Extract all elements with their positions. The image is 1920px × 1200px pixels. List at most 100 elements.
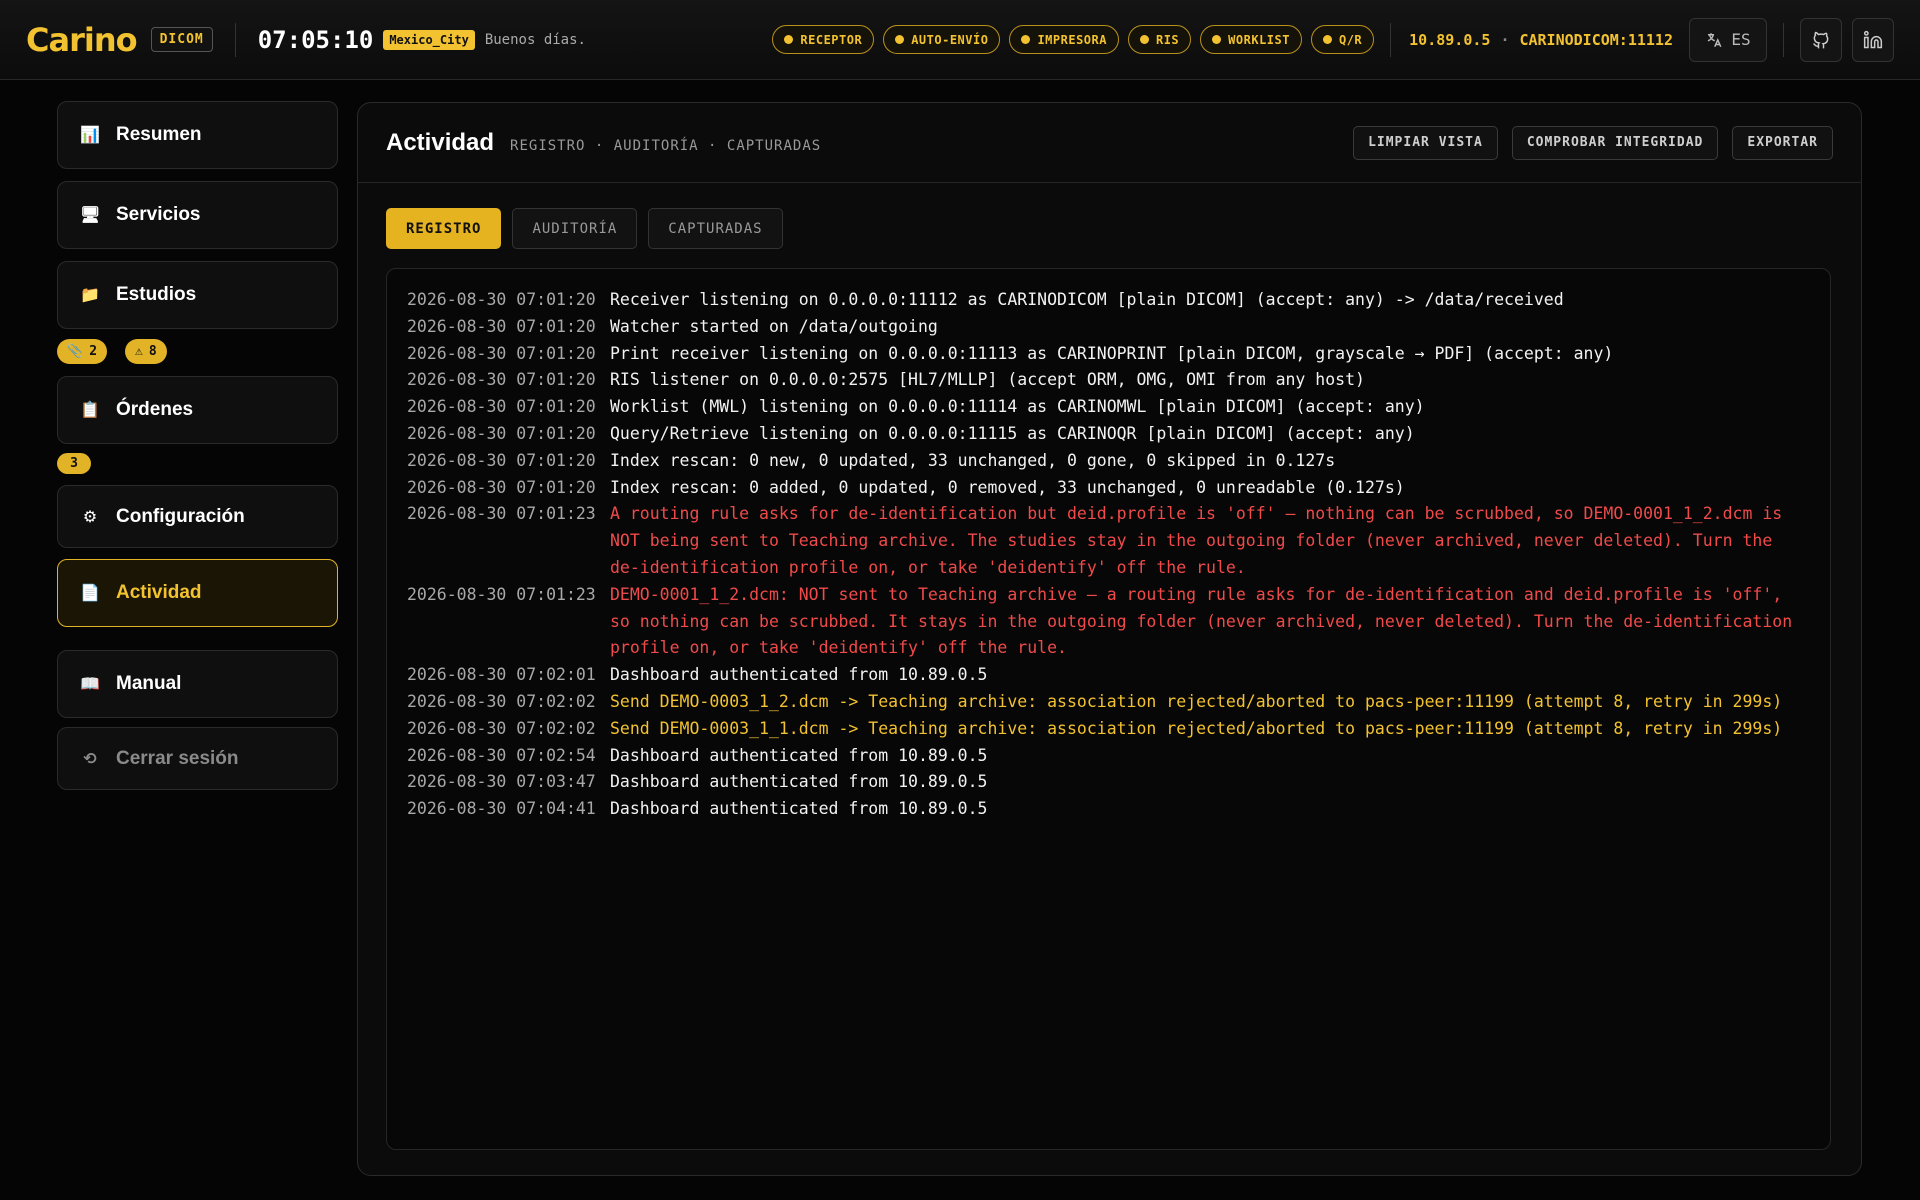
tab-auditoria[interactable]: AUDITORÍA [512, 208, 638, 249]
bar-chart-icon: 📊 [80, 127, 100, 144]
log-timestamp: 2026-08-30 07:01:20 [407, 450, 596, 470]
log-line: 2026-08-30 07:03:47 Dashboard authenticat… [407, 769, 1810, 796]
service-status-list: RECEPTOR AUTO-ENVÍO IMPRESORA RIS WORKLI… [772, 25, 1375, 54]
clear-view-button[interactable]: LIMPIAR VISTA [1353, 125, 1498, 160]
timezone-badge: Mexico_City [383, 29, 475, 50]
paperclip-icon: 📎 [67, 344, 84, 359]
host-separator: · [1500, 30, 1510, 49]
service-label: RIS [1155, 32, 1180, 47]
export-button[interactable]: EXPORTAR [1732, 125, 1833, 160]
app-logo[interactable]: Carino [26, 21, 138, 59]
tab-capturadas[interactable]: CAPTURADAS [648, 208, 783, 249]
log-message: Index rescan: 0 new, 0 updated, 33 uncha… [610, 450, 1336, 470]
host-ip: 10.89.0.5 [1409, 30, 1491, 49]
top-bar: Carino DICOM 07:05:10 Mexico_City Buenos… [0, 0, 1920, 80]
linkedin-button[interactable] [1852, 17, 1894, 62]
log-timestamp: 2026-08-30 07:01:20 [407, 423, 596, 443]
github-button[interactable] [1800, 17, 1842, 62]
status-dot-icon [1139, 35, 1149, 44]
activity-panel: Actividad REGISTRO · AUDITORÍA · CAPTURA… [357, 102, 1862, 1176]
log-line: 2026-08-30 07:01:20 Query/Retrieve listen… [407, 421, 1810, 448]
log-message: Dashboard authenticated from 10.89.0.5 [610, 799, 988, 819]
sidebar-item-label: Órdenes [116, 399, 194, 420]
book-icon: 📖 [80, 676, 100, 693]
log-message: Dashboard authenticated from 10.89.0.5 [610, 772, 988, 792]
log-timestamp: 2026-08-30 07:01:20 [407, 397, 596, 417]
panel-header: Actividad REGISTRO · AUDITORÍA · CAPTURA… [358, 103, 1861, 183]
service-pill-qr[interactable]: Q/R [1310, 25, 1375, 54]
translate-icon [1708, 32, 1722, 47]
sidebar-item-logout[interactable]: ⟲ Cerrar sesión [57, 727, 338, 790]
service-pill-impresora[interactable]: IMPRESORA [1009, 25, 1119, 54]
sidebar-item-resumen[interactable]: 📊 Resumen [57, 101, 338, 169]
log-timestamp: 2026-08-30 07:02:02 [407, 718, 596, 738]
log-message: Dashboard authenticated from 10.89.0.5 [610, 665, 988, 685]
greeting: Buenos días. [484, 31, 586, 48]
sidebar-item-label: Resumen [116, 124, 202, 145]
log-line: 2026-08-30 07:02:01 Dashboard authenticat… [407, 662, 1810, 689]
sidebar-item-actividad[interactable]: 📄 Actividad [57, 559, 338, 627]
service-label: WORKLIST [1228, 32, 1290, 47]
divider [1390, 22, 1392, 57]
log-line: 2026-08-30 07:01:20 Index rescan: 0 added… [407, 475, 1810, 502]
log-message: Send DEMO-0003_1_1.dcm -> Teaching archi… [610, 718, 1783, 738]
log-line: 2026-08-30 07:01:20 Index rescan: 0 new, … [407, 448, 1810, 475]
log-line: 2026-08-30 07:01:20 Watcher started on /d… [407, 314, 1810, 341]
monitor-icon: 🖥 [80, 207, 101, 224]
sidebar-item-label: Servicios [116, 204, 201, 225]
product-badge: DICOM [150, 27, 213, 52]
log-timestamp: 2026-08-30 07:04:41 [407, 799, 596, 819]
warnings-badge[interactable]: ⚠ 8 [125, 339, 167, 364]
badge-count: 3 [70, 456, 78, 471]
log-line: 2026-08-30 07:01:20 Print receiver listen… [407, 341, 1810, 368]
log-timestamp: 2026-08-30 07:02:01 [407, 665, 596, 685]
service-label: RECEPTOR [800, 32, 863, 47]
host-ae-title: CARINODICOM:11112 [1519, 30, 1673, 49]
document-icon: 📄 [80, 585, 100, 602]
log-viewer[interactable]: 2026-08-30 07:01:20 Receiver listening on… [386, 268, 1831, 1150]
activity-tabs: REGISTRO AUDITORÍA CAPTURADAS [386, 208, 783, 249]
log-message: Watcher started on /data/outgoing [610, 316, 938, 336]
log-timestamp: 2026-08-30 07:02:54 [407, 745, 596, 765]
host-info: 10.89.0.5 · CARINODICOM:11112 [1409, 31, 1673, 49]
check-integrity-button[interactable]: COMPROBAR INTEGRIDAD [1511, 125, 1719, 160]
log-line: 2026-08-30 07:01:20 RIS listener on 0.0.0… [407, 367, 1810, 394]
service-pill-worklist[interactable]: WORKLIST [1200, 25, 1302, 54]
service-label: IMPRESORA [1037, 32, 1107, 47]
sidebar-item-estudios[interactable]: 📁 Estudios [57, 261, 338, 329]
github-icon [1813, 31, 1829, 48]
log-timestamp: 2026-08-30 07:01:20 [407, 370, 596, 390]
sidebar-item-servicios[interactable]: 🖥 Servicios [57, 181, 338, 249]
clock: 07:05:10 [257, 25, 374, 54]
log-line: 2026-08-30 07:01:23 DEMO-0001_1_2.dcm: NO… [407, 582, 1810, 662]
log-line: 2026-08-30 07:04:41 Dashboard authenticat… [407, 796, 1810, 823]
service-label: Q/R [1338, 32, 1363, 47]
service-label: AUTO-ENVÍO [911, 32, 989, 47]
sidebar-item-configuracion[interactable]: ⚙ Configuración [57, 485, 338, 548]
divider [1783, 22, 1784, 57]
badge-count: 8 [148, 344, 157, 359]
orders-badge[interactable]: 3 [57, 453, 91, 474]
log-message: Receiver listening on 0.0.0.0:11112 as C… [610, 290, 1564, 309]
log-timestamp: 2026-08-30 07:01:20 [407, 343, 596, 363]
attachments-badge[interactable]: 📎 2 [57, 339, 108, 364]
badge-count: 2 [89, 344, 98, 359]
log-line: 2026-08-30 07:02:54 Dashboard authenticat… [407, 743, 1810, 770]
sidebar-item-ordenes[interactable]: 📋 Órdenes [57, 376, 338, 444]
linkedin-icon [1863, 30, 1883, 48]
service-pill-auto-envio[interactable]: AUTO-ENVÍO [883, 25, 1001, 54]
panel-actions: LIMPIAR VISTA COMPROBAR INTEGRIDAD EXPOR… [1353, 125, 1833, 160]
service-pill-ris[interactable]: RIS [1127, 25, 1192, 54]
service-pill-receptor[interactable]: RECEPTOR [772, 25, 875, 54]
sidebar-item-manual[interactable]: 📖 Manual [57, 650, 338, 718]
status-dot-icon [1021, 35, 1031, 44]
log-line: 2026-08-30 07:01:23 A routing rule asks f… [407, 501, 1810, 581]
status-dot-icon [1322, 35, 1332, 44]
gear-icon: ⚙ [82, 508, 98, 526]
status-dot-icon [784, 35, 794, 44]
sidebar-item-label: Cerrar sesión [116, 747, 239, 769]
language-button[interactable]: ES [1689, 17, 1767, 62]
log-timestamp: 2026-08-30 07:01:23 [407, 504, 596, 524]
tab-registro[interactable]: REGISTRO [386, 208, 502, 249]
log-timestamp: 2026-08-30 07:01:20 [407, 477, 596, 497]
